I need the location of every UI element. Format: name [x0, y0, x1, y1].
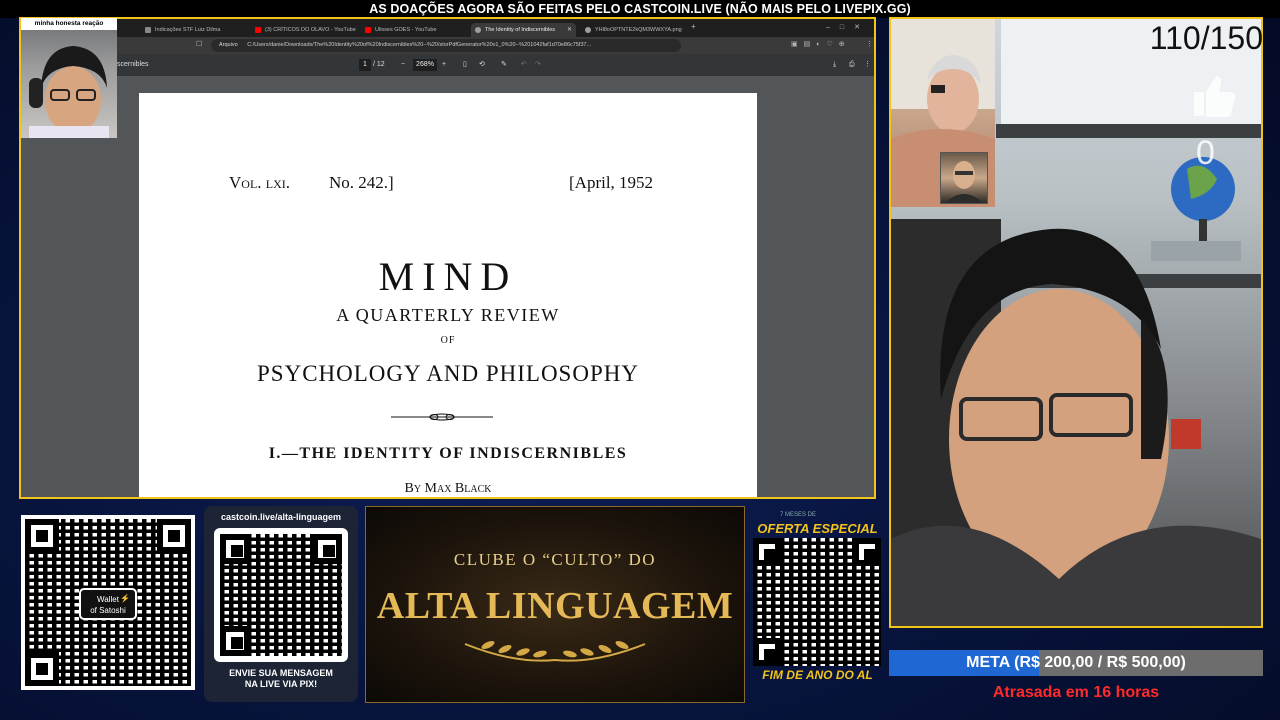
donation-notice-text: AS DOAÇÕES AGORA SÃO FEITAS PELO CASTCOI… [369, 2, 911, 16]
url-text: C:/Users/danie/Downloads/The%20Identity%… [247, 42, 592, 48]
close-icon[interactable]: ✕ [567, 23, 572, 37]
oferta-footer: FIM DE ANO DO AL [762, 668, 873, 682]
oferta-qr-code[interactable] [753, 538, 881, 666]
browser-tab[interactable]: YHl8oOPTNTE2kQM3WWXYA.png [581, 23, 686, 37]
oferta-small-text: 7 MESES DE [780, 512, 817, 518]
browser-tab[interactable]: (3) CRÍTICOS DO OLAVO - YouTube [251, 23, 356, 37]
volume-text: Vol. lxi. [229, 173, 291, 192]
new-tab-icon[interactable]: + [691, 22, 696, 31]
castcoin-qr-code[interactable] [220, 534, 342, 656]
issue-date: [April, 1952 [569, 173, 654, 192]
donation-notice-banner: AS DOAÇÕES AGORA SÃO FEITAS PELO CASTCOI… [0, 0, 1280, 18]
zoom-level[interactable]: 268% [413, 59, 437, 71]
castcoin-message-line1: ENVIE SUA MENSAGEM [229, 668, 333, 678]
pdf-viewer-area[interactable]: Vol. lxi. No. 242.] [April, 1952 MIND A … [21, 76, 874, 497]
thumbs-up-icon [1188, 70, 1238, 120]
url-field[interactable]: Arquivo C:/Users/danie/Downloads/The%20I… [211, 39, 681, 52]
more-menu-icon[interactable]: ⋮ [864, 54, 871, 76]
castcoin-url[interactable]: castcoin.live/alta-linguagem [204, 512, 358, 522]
tab-label: YHl8oOPTNTE2kQM3WWXYA.png [595, 27, 682, 33]
article-author: By Max Black [404, 481, 492, 496]
oferta-title: OFERTA ESPECIAL [757, 521, 878, 536]
redo-icon[interactable]: ↷ [535, 54, 541, 76]
journal-field: PSYCHOLOGY AND PHILOSOPHY [257, 361, 639, 386]
total-pages: / 12 [373, 61, 385, 68]
tab-label: Ulisses GOES - YouTube [375, 27, 437, 33]
club-banner-line1: CLUBE O “CULTO” DO [453, 550, 657, 569]
pdf-toolbar: scernibles 1 / 12 − 268% + ▯ ⟲ ✎ ↶ ↷ ⤓ ⎙… [21, 54, 874, 76]
article-title: I.—THE IDENTITY OF INDISCERNIBLES [268, 445, 628, 462]
tab-label: Indicações STF Luiz Dilma [155, 27, 221, 33]
reaction-webcam [21, 18, 117, 138]
ornament-divider [391, 409, 493, 421]
club-banner-title: ALTA LINGUAGEM [376, 585, 734, 627]
download-icon[interactable]: ⤓ [833, 54, 836, 76]
journal-subtitle: A QUARTERLY REVIEW [336, 305, 560, 325]
browser-tab-bar: Indicações STF Luiz Dilma (3) CRÍTICOS D… [21, 19, 874, 37]
browser-tab[interactable]: Indicações STF Luiz Dilma [141, 23, 246, 37]
tab-favicon-icon [145, 27, 151, 33]
journal-of: OF [440, 335, 456, 346]
globe-icon [475, 27, 481, 33]
undo-icon[interactable]: ↶ [521, 54, 527, 76]
like-count-overlay: 0 [1196, 134, 1215, 172]
pdf-page: Vol. lxi. No. 242.] [April, 1952 MIND A … [139, 93, 757, 497]
print-icon[interactable]: ⎙ [849, 54, 855, 76]
youtube-icon [255, 27, 261, 33]
browser-tab[interactable]: Ulisses GOES - YouTube [361, 23, 466, 37]
wallet-of-satoshi-logo: ⚡ Wallet of Satoshi [79, 588, 137, 620]
donation-goal-text: META (R$ 200,00 / R$ 500,00) [966, 654, 1186, 671]
person-silhouette [29, 46, 109, 138]
laurel-wreath-icon [455, 630, 655, 666]
satoshi-badge-line2: of Satoshi [90, 606, 126, 615]
fit-page-icon[interactable]: ▯ [463, 54, 467, 76]
screen-capture-frame: Indicações STF Luiz Dilma (3) CRÍTICOS D… [19, 17, 876, 499]
lightning-icon: ⚡ [120, 594, 130, 603]
issue-number: No. 242.] [329, 173, 394, 192]
pdf-doc-title: scernibles [117, 61, 149, 68]
browser-extension-icons[interactable]: ▣▤◐♡⊕ [791, 40, 851, 48]
zoom-out-button[interactable]: − [401, 54, 405, 76]
reaction-label: minha honesta reação [21, 18, 117, 30]
journal-title: MIND [378, 254, 518, 299]
youtube-icon [365, 27, 371, 33]
castcoin-message-line2: NA LIVE VIA PIX! [244, 679, 318, 689]
more-menu-icon[interactable]: ⋮ [866, 40, 873, 48]
inset-portrait-photo [940, 152, 988, 204]
zoom-in-button[interactable]: + [442, 54, 446, 76]
address-bar: ☐ Arquivo C:/Users/danie/Downloads/The%2… [21, 37, 874, 54]
tab-label: The Identity of Indiscernibles [485, 27, 556, 33]
file-scheme-label: Arquivo [219, 42, 238, 48]
rotate-icon[interactable]: ⟲ [479, 54, 485, 76]
donation-goal-status: Atrasada em 16 horas [992, 684, 1160, 701]
globe-icon [585, 27, 591, 33]
bookmark-icon[interactable]: ☐ [196, 40, 202, 48]
tab-label: (3) CRÍTICOS DO OLAVO - YouTube [265, 27, 356, 33]
page-number-input[interactable]: 1 [359, 59, 371, 71]
draw-icon[interactable]: ✎ [501, 54, 507, 76]
like-goal-counter: 110/150 [1149, 20, 1263, 56]
castcoin-message: ENVIE SUA MENSAGEM NA LIVE VIA PIX! [204, 668, 358, 690]
window-controls[interactable]: –□✕ [826, 23, 870, 31]
browser-tab-active[interactable]: The Identity of Indiscernibles ✕ [471, 23, 576, 37]
